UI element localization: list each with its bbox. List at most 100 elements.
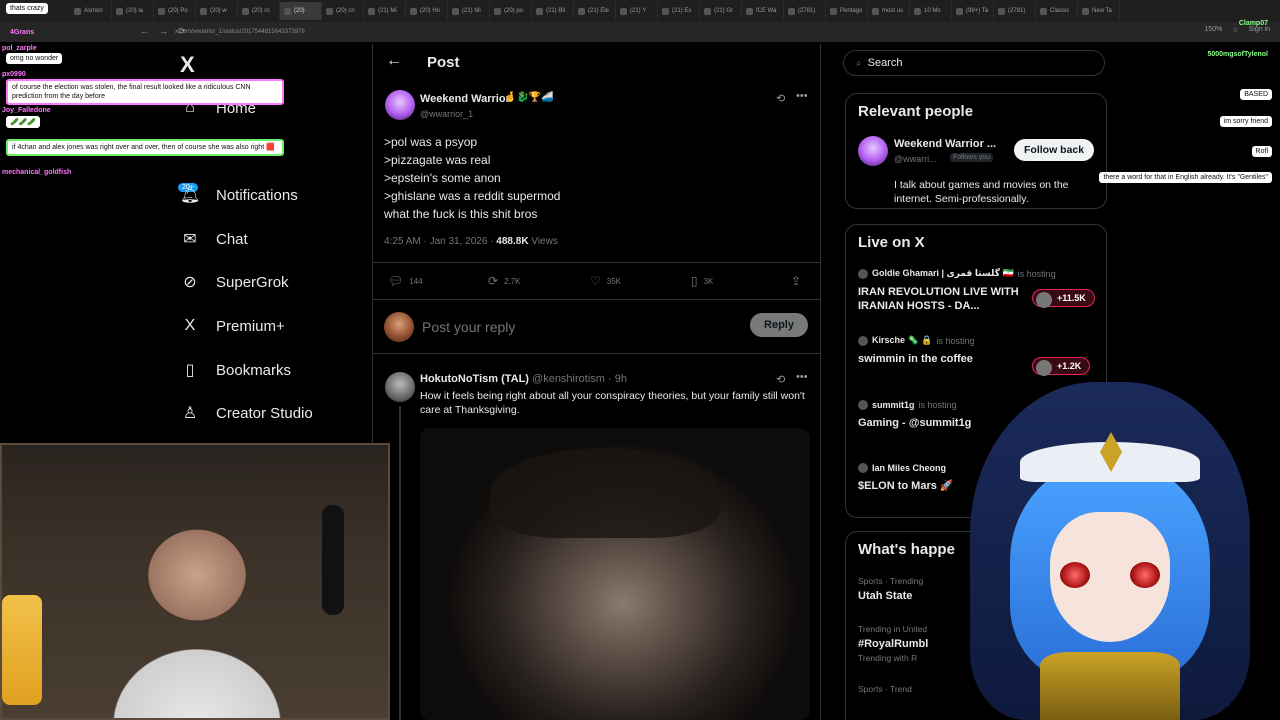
reply-button[interactable]: Reply: [750, 313, 808, 337]
zoom-level[interactable]: 150%: [1204, 26, 1222, 34]
browser-tab[interactable]: Asmon: [70, 2, 112, 20]
live-item[interactable]: Goldie Ghamari | گلستا قمری 🇮🇷 is hosting…: [858, 268, 1056, 313]
live-title: swimmin in the coffee: [858, 353, 973, 365]
live-host-status: is hosting: [1017, 268, 1056, 279]
browser-tab[interactable]: (20) Ho: [406, 2, 448, 20]
browser-tab[interactable]: (20) ro: [238, 2, 280, 20]
nav-bookmarks-label: Bookmarks: [216, 361, 292, 379]
tab-favicon-icon: [620, 7, 627, 15]
relevant-person-name[interactable]: Weekend Warrior ...: [894, 138, 996, 150]
browser-tab[interactable]: (2781): [994, 2, 1036, 20]
live-host-status: is hosting: [918, 400, 957, 410]
browser-nav-controls[interactable]: ← → ⟳: [140, 26, 186, 37]
nav-creator-studio[interactable]: ♙ Creator Studio: [180, 403, 313, 423]
tab-favicon-icon: [200, 7, 207, 15]
tab-favicon-icon: [242, 7, 249, 15]
browser-tab[interactable]: New Ta: [1078, 2, 1120, 20]
tab-label: (21) Mi: [462, 8, 481, 14]
browser-tab[interactable]: (21) Bli: [532, 2, 574, 20]
live-host-name: Goldie Ghamari | گلستا قمری 🇮🇷: [872, 268, 1014, 278]
repost-action[interactable]: ⟳ 2.7K: [488, 274, 521, 288]
post-line: >epstein's some anon: [384, 171, 501, 185]
reply-author-avatar[interactable]: [385, 372, 415, 402]
nav-notifications[interactable]: 🔔︎ Notifications: [180, 185, 298, 205]
browser-tab[interactable]: (20) la: [112, 2, 154, 20]
browser-tab[interactable]: (20) Po: [154, 2, 196, 20]
tab-label: (20): [294, 8, 305, 14]
author-name[interactable]: Weekend Warrior: [420, 93, 510, 105]
browser-tab[interactable]: most us: [868, 2, 910, 20]
forward-icon[interactable]: →: [159, 26, 168, 37]
chat-message: if 4chan and alex jones was right over a…: [6, 139, 284, 156]
star-icon[interactable]: ☆: [1232, 26, 1238, 34]
url-field[interactable]: x.com/wwarrior_1/status/2017544815643373…: [175, 29, 305, 35]
browser-tab[interactable]: (99+) Ta: [952, 2, 994, 20]
trend-item[interactable]: Sports · Trend: [858, 684, 912, 694]
browser-tab[interactable]: (21) Mi: [448, 2, 490, 20]
reply-input[interactable]: Post your reply: [422, 319, 515, 335]
browser-tab[interactable]: (2781): [784, 2, 826, 20]
live-listener-badge[interactable]: +11.5K: [1032, 289, 1095, 308]
my-avatar[interactable]: [384, 312, 414, 342]
tab-favicon-icon: [536, 7, 543, 15]
like-action[interactable]: ♡ 35K: [590, 274, 621, 288]
back-arrow-icon[interactable]: ←: [386, 52, 402, 70]
bookmark-action[interactable]: ▯ 3K: [691, 274, 713, 288]
browser-tab[interactable]: (21) Y: [616, 2, 658, 20]
live-item[interactable]: Kirsche 🦠 🔒 is hosting swimmin in the cof…: [858, 335, 1028, 366]
nav-bookmarks[interactable]: ▯ Bookmarks: [180, 360, 291, 380]
browser-tab[interactable]: (21) Gr: [700, 2, 742, 20]
live-host-name: Ian Miles Cheong: [872, 463, 947, 473]
browser-tab-bar: Asmon (20) la (20) Po (20) w (20) ro (20) (20)…: [0, 0, 1280, 22]
trend-name: #RoyalRumbl: [858, 638, 929, 650]
author-avatar[interactable]: [385, 90, 415, 120]
back-icon[interactable]: ←: [140, 26, 149, 37]
browser-tab[interactable]: (20) po: [490, 2, 532, 20]
vtuber-avatar: [960, 372, 1260, 720]
browser-tab[interactable]: Pentago: [826, 2, 868, 20]
reply-media-image[interactable]: [420, 428, 810, 720]
reply-author[interactable]: HokutoNoTism (TAL) @kenshirotism · 9h: [420, 373, 627, 385]
browser-tab[interactable]: ICE Wa: [742, 2, 784, 20]
reply-composer: Post your reply Reply: [372, 302, 820, 354]
chat-message: of course the election was stolen, the f…: [6, 79, 284, 105]
more-options-icon[interactable]: •••: [796, 371, 808, 383]
relevant-person-avatar[interactable]: [858, 136, 888, 166]
chat-username: 5000mgsofTylenol: [1207, 51, 1268, 58]
author-emojis: 🤞🐉🏆🚄: [504, 92, 554, 103]
tab-favicon-icon: [578, 7, 585, 15]
nav-premium[interactable]: X Premium+: [180, 316, 285, 336]
browser-tab[interactable]: (20) cri: [322, 2, 364, 20]
live-host-status: is hosting: [936, 335, 975, 346]
author-handle[interactable]: @wwarrior_1: [420, 109, 473, 119]
trend-item[interactable]: Trending in United #RoyalRumbl Trending …: [858, 624, 928, 663]
browser-tab[interactable]: Classic: [1036, 2, 1078, 20]
streamer: [82, 475, 312, 718]
nav-supergrok-label: SuperGrok: [216, 273, 289, 291]
browser-tab[interactable]: 10 Mo: [910, 2, 952, 20]
browser-tab[interactable]: (21) Mi: [364, 2, 406, 20]
sign-in-link[interactable]: Sign in: [1249, 26, 1270, 34]
more-options-icon[interactable]: •••: [796, 90, 808, 102]
search-input[interactable]: ⌕ Search: [843, 50, 1105, 76]
reply-action[interactable]: 💬︎ 144: [388, 274, 423, 288]
tab-label: Pentago: [840, 8, 863, 14]
browser-tab[interactable]: (21) Ele: [574, 2, 616, 20]
follow-back-button[interactable]: Follow back: [1014, 139, 1095, 161]
grok-explain-icon[interactable]: ⟲: [776, 373, 785, 386]
post-line: >pizzagate was real: [384, 153, 491, 167]
browser-tab[interactable]: (21) Ex: [658, 2, 700, 20]
nav-chat[interactable]: ✉ Chat: [180, 229, 247, 249]
post-timestamp[interactable]: 4:25 AM · Jan 31, 2026: [384, 236, 487, 247]
nav-supergrok[interactable]: ⊘ SuperGrok: [180, 272, 289, 292]
x-logo[interactable]: X: [180, 52, 195, 78]
reload-icon[interactable]: ⟳: [178, 26, 186, 37]
grok-explain-icon[interactable]: ⟲: [776, 92, 785, 105]
trend-item[interactable]: Sports · Trending Utah State: [858, 576, 923, 602]
post-line: >ghislane was a reddit supermod: [384, 189, 561, 203]
share-action[interactable]: ⇪: [791, 274, 801, 288]
browser-tab[interactable]: (20) w: [196, 2, 238, 20]
host-avatar: [858, 463, 868, 473]
browser-tab[interactable]: (20): [280, 2, 322, 20]
host-avatar: [858, 268, 868, 279]
